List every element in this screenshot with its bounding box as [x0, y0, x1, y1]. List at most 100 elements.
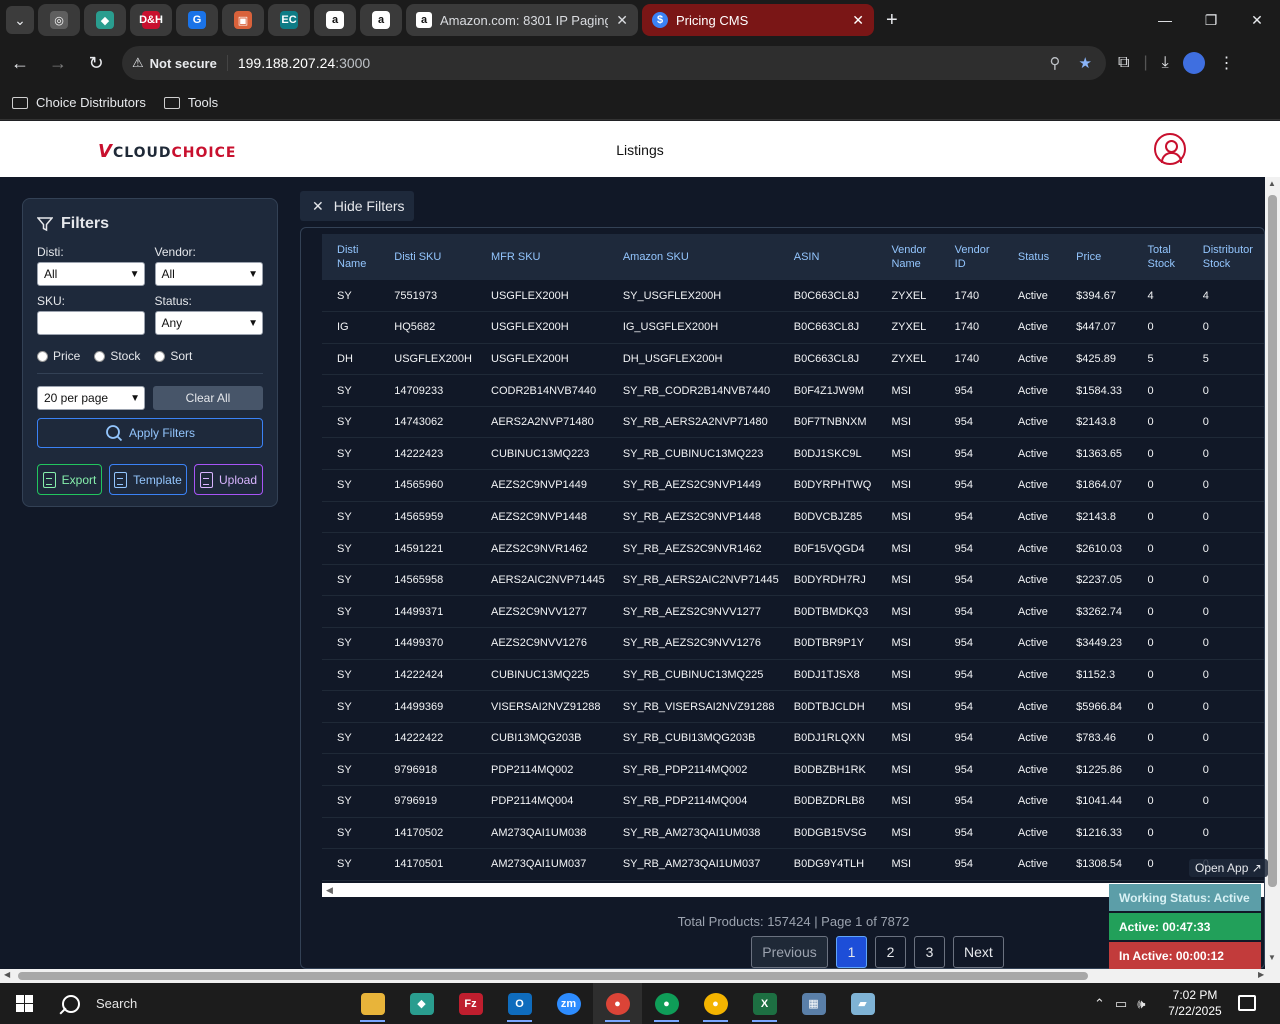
filezilla-icon[interactable]: Fz — [446, 983, 495, 1024]
clear-all-button[interactable]: Clear All — [153, 386, 263, 410]
start-button[interactable] — [0, 983, 48, 1024]
template-button[interactable]: Template — [109, 464, 187, 495]
table-row[interactable]: SY 14222423 CUBINUC13MQ223 SY_RB_CUBINUC13M… — [322, 437, 1264, 471]
table-row[interactable]: SY 14565960 AEZS2C9NVP1449 SY_RB_AEZS2C9NVP… — [322, 469, 1264, 502]
open-app-link[interactable]: Open App ↗ — [1189, 859, 1268, 877]
chrome-icon[interactable]: ● — [593, 983, 642, 1024]
column-header[interactable]: MFR SKU — [476, 234, 608, 280]
close-tab-icon[interactable]: ✕ — [852, 12, 864, 29]
chrome-icon-3[interactable]: ● — [691, 983, 740, 1024]
page-horizontal-scrollbar[interactable]: ◀ ▶ — [0, 969, 1280, 983]
table-row[interactable]: SY 14222422 CUBI13MQG203B SY_RB_CUBI13MQG20… — [322, 722, 1264, 755]
user-account-icon[interactable] — [1154, 133, 1186, 165]
taskbar-clock[interactable]: 7:02 PM 7/22/2025 — [1160, 987, 1230, 1019]
table-row[interactable]: SY 14565958 AERS2AIC2NVP71445 SY_RB_AERS2AI… — [322, 564, 1264, 597]
pinned-tab-8[interactable]: a — [360, 4, 402, 36]
bookmark-choice-distributors[interactable]: Choice Distributors — [12, 95, 146, 110]
pinned-tab-3[interactable]: D&H — [130, 4, 172, 36]
extensions-icon[interactable]: ⧉ — [1118, 54, 1129, 72]
sku-input[interactable] — [37, 311, 145, 335]
page-title[interactable]: Listings — [0, 142, 1280, 158]
new-tab-icon[interactable]: + — [886, 9, 898, 32]
column-header[interactable]: ASIN — [779, 234, 877, 280]
excel-icon[interactable]: X — [740, 983, 789, 1024]
minimize-icon[interactable]: — — [1142, 0, 1188, 40]
calculator-icon[interactable]: ▦ — [789, 983, 838, 1024]
table-row[interactable]: SY 14170502 AM273QAI1UM038 SY_RB_AM273QAI1U… — [322, 817, 1264, 850]
page-3-button[interactable]: 3 — [914, 936, 945, 968]
radio-stock[interactable]: Stock — [94, 349, 140, 363]
table-row[interactable]: SY 14499370 AEZS2C9NVV1276 SY_RB_AEZS2C9NVV… — [322, 627, 1264, 660]
table-row[interactable]: SY 14709233 CODR2B14NVB7440 SY_RB_CODR2B14N… — [322, 374, 1264, 407]
diamond-app-icon[interactable]: ◆ — [397, 983, 446, 1024]
radio-sort[interactable]: Sort — [154, 349, 192, 363]
site-info-chip[interactable]: ⚠ Not secure — [132, 55, 228, 71]
table-row[interactable]: SY 9796918 PDP2114MQ002 SY_RB_PDP2114MQ002 B… — [322, 753, 1264, 786]
export-button[interactable]: Export — [37, 464, 102, 495]
tab-pricing-cms[interactable]: $ Pricing CMS ✕ — [642, 4, 874, 36]
column-header[interactable]: Disti SKU — [379, 234, 476, 280]
pinned-tab-1[interactable]: ◎ — [38, 4, 80, 36]
column-header[interactable]: Total Stock — [1133, 234, 1188, 280]
column-header[interactable]: Disti Name — [322, 234, 379, 280]
pinned-tab-2[interactable]: ◆ — [84, 4, 126, 36]
file-explorer-icon[interactable] — [348, 983, 397, 1024]
pinned-tab-5[interactable]: ▣ — [222, 4, 264, 36]
taskbar-search[interactable]: Search — [48, 994, 348, 1013]
pinned-tab-4[interactable]: G — [176, 4, 218, 36]
volume-icon[interactable]: 🕪 — [1137, 996, 1145, 1012]
close-tab-icon[interactable]: ✕ — [616, 12, 628, 29]
table-row[interactable]: SY 14499369 VISERSAI2NVZ91288 SY_RB_VISERSA… — [322, 690, 1264, 723]
reload-icon[interactable]: ↻ — [78, 45, 114, 81]
notes-app-icon[interactable]: ▰ — [838, 983, 887, 1024]
table-row[interactable]: IG HQ5682 USGFLEX200H IG_USGFLEX200H B0C663C… — [322, 311, 1264, 344]
column-header[interactable]: Status — [1003, 234, 1061, 280]
bookmark-tools[interactable]: Tools — [163, 95, 218, 110]
profile-avatar[interactable] — [1182, 52, 1205, 74]
column-header[interactable]: Distributor Stock — [1188, 234, 1264, 280]
previous-button[interactable]: Previous — [751, 936, 828, 968]
column-header[interactable]: Vendor Name — [876, 234, 939, 280]
download-icon[interactable]: ⤓ — [1162, 54, 1169, 72]
radio-price[interactable]: Price — [37, 349, 80, 363]
column-header[interactable]: Amazon SKU — [608, 234, 779, 280]
network-icon[interactable]: ▭ — [1115, 996, 1127, 1012]
table-row[interactable]: SY 14499371 AEZS2C9NVV1277 SY_RB_AEZS2C9NVV… — [322, 595, 1264, 629]
back-icon[interactable]: ← — [2, 45, 38, 81]
chrome-icon-2[interactable]: ● — [642, 983, 691, 1024]
pinned-tab-7[interactable]: a — [314, 4, 356, 36]
hide-filters-button[interactable]: ✕ Hide Filters — [300, 191, 414, 221]
pinned-tab-6[interactable]: EC — [268, 4, 310, 36]
forward-icon[interactable]: → — [40, 45, 76, 81]
table-row[interactable]: SY 14222424 CUBINUC13MQ225 SY_RB_CUBINUC13M… — [322, 659, 1264, 692]
table-row[interactable]: SY 14170501 AM273QAI1UM037 SY_RB_AM273QAI1U… — [322, 848, 1264, 881]
menu-kebab-icon[interactable]: ⋮ — [1219, 53, 1235, 73]
apply-filters-button[interactable]: Apply Filters — [37, 418, 263, 448]
column-header[interactable]: Vendor ID — [940, 234, 1003, 280]
table-row[interactable]: SY 14591221 AEZS2C9NVR1462 SY_RB_AEZS2C9NVR… — [322, 532, 1264, 565]
address-bar[interactable]: ⚠ Not secure 199.188.207.24:3000 ⚲ ★ — [122, 46, 1106, 80]
table-row[interactable]: SY 14743062 AERS2A2NVP71480 SY_RB_AERS2A2NV… — [322, 406, 1264, 439]
notifications-icon[interactable] — [1238, 995, 1256, 1011]
disti-select[interactable]: All ▼ — [37, 262, 145, 286]
tab-search-chevron-icon[interactable]: ⌄ — [6, 6, 34, 34]
table-row[interactable]: SY 9796919 PDP2114MQ004 SY_RB_PDP2114MQ004 B… — [322, 785, 1264, 818]
tab-amazon[interactable]: a Amazon.com: 8301 IP Paging A ✕ — [406, 4, 638, 36]
page-vertical-scrollbar[interactable]: ▲ ▼ — [1265, 177, 1280, 969]
chevron-up-icon[interactable]: ⌃ — [1094, 996, 1105, 1012]
table-row[interactable]: SY 14565959 AEZS2C9NVP1448 SY_RB_AEZS2C9NVP… — [322, 501, 1264, 534]
column-header[interactable]: Price — [1061, 234, 1132, 280]
zoom-icon[interactable]: ⚲ — [1050, 54, 1061, 72]
outlook-icon[interactable]: O — [495, 983, 544, 1024]
page-2-button[interactable]: 2 — [875, 936, 906, 968]
page-1-button[interactable]: 1 — [836, 936, 867, 968]
upload-button[interactable]: Upload — [194, 464, 263, 495]
table-row[interactable]: DH USGFLEX200H USGFLEX200H DH_USGFLEX200H B0… — [322, 343, 1264, 376]
zoom-icon[interactable]: zm — [544, 983, 593, 1024]
per-page-select[interactable]: 20 per page ▼ — [37, 386, 145, 410]
bookmark-star-icon[interactable]: ★ — [1079, 54, 1092, 72]
status-select[interactable]: Any ▼ — [154, 311, 263, 335]
next-button[interactable]: Next — [953, 936, 1004, 968]
vendor-select[interactable]: All ▼ — [154, 262, 263, 286]
table-row[interactable]: SY 7551973 USGFLEX200H SY_USGFLEX200H B0C663… — [322, 280, 1264, 313]
